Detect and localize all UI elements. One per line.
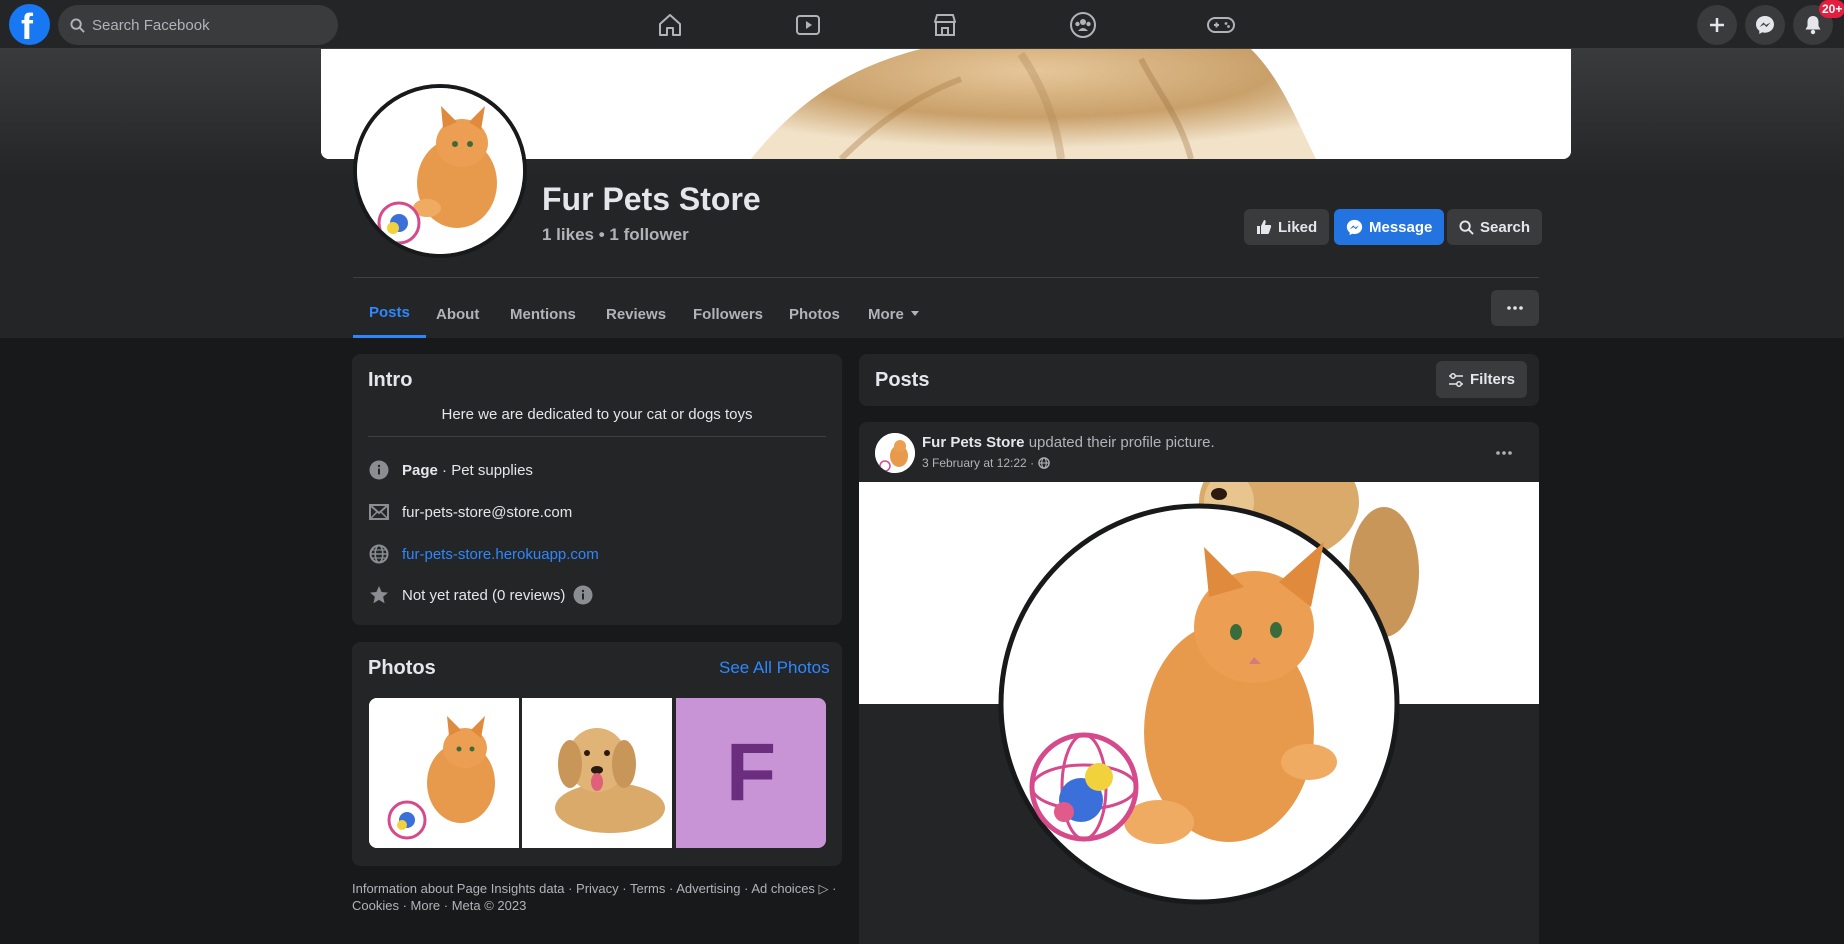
caret-down-icon [910,311,920,317]
nav-gaming-button[interactable] [1176,0,1266,49]
marketplace-icon [931,11,959,39]
intro-website-row: fur-pets-store.herokuapp.com [368,542,599,566]
intro-category-row: Page · Pet supplies [368,458,533,482]
globe-icon [1038,457,1050,469]
tab-followers[interactable]: Followers [693,290,763,338]
post-timestamp[interactable]: 3 February at 12:22 · [922,456,1034,470]
search-icon [1459,219,1474,235]
search-facebook-input[interactable] [92,5,327,45]
intro-website-link[interactable]: fur-pets-store.herokuapp.com [402,546,599,563]
post-author-name[interactable]: Fur Pets Store [922,434,1025,451]
bell-icon [1804,15,1822,35]
watch-icon [794,11,822,39]
plus-icon [1708,16,1726,34]
search-icon [70,18,85,33]
globe-icon [368,543,390,565]
page-title: Fur Pets Store [542,181,761,217]
profile-picture[interactable] [353,84,527,258]
intro-email-row: fur-pets-store@store.com [368,500,572,524]
tab-photos[interactable]: Photos [789,290,840,338]
photo-thumb-dog[interactable] [522,698,672,848]
page-options-button[interactable] [1491,290,1539,326]
groups-icon [1069,11,1097,39]
page-stats[interactable]: 1 likes • 1 follower [542,225,689,245]
top-navbar: f 20+ [0,0,1844,49]
intro-category-value: · Pet supplies [437,461,533,479]
notification-badge: 20+ [1819,0,1844,18]
intro-category-type: Page [402,461,438,479]
tab-mentions[interactable]: Mentions [510,290,576,338]
post-author-avatar[interactable] [875,433,915,473]
home-icon [656,11,684,39]
sliders-icon [1448,372,1464,387]
page-footer-links: Information about Page Insights data · P… [352,880,842,914]
intro-rating: Not yet rated (0 reviews) [402,586,566,604]
messenger-icon [1346,219,1363,236]
photos-title: Photos [368,657,436,679]
photo-thumb-letter-text: F [725,727,777,818]
tab-more[interactable]: More [868,290,920,338]
star-icon [368,584,390,606]
liked-button[interactable]: Liked [1244,209,1330,245]
posts-title: Posts [875,369,930,391]
tab-posts[interactable]: Posts [353,290,426,338]
post-options-button[interactable] [1491,440,1517,466]
post-meta: 3 February at 12:22 · [922,456,1050,470]
message-button[interactable]: Message [1334,209,1445,245]
header-divider [353,277,1539,278]
messenger-icon [1755,15,1775,35]
more-dots-icon [1496,451,1512,455]
liked-button-label: Liked [1278,218,1318,236]
thumbs-up-icon [1256,219,1272,235]
nav-home-button[interactable] [625,0,715,49]
more-dots-icon [1507,306,1523,310]
see-all-photos-link[interactable]: See All Photos [719,658,830,678]
nav-marketplace-button[interactable] [900,0,990,49]
photo-thumb-kitten[interactable] [369,698,519,848]
intro-bio: Here we are dedicated to your cat or dog… [441,406,753,423]
post-headline: Fur Pets Store updated their profile pic… [922,434,1215,451]
intro-rating-row: Not yet rated (0 reviews) [368,583,593,607]
post-action-text: updated their profile picture. [1024,434,1215,451]
page-search-button-label: Search [1480,218,1531,236]
nav-groups-button[interactable] [1038,0,1128,49]
info-icon [368,459,390,481]
facebook-logo[interactable]: f [9,4,50,47]
nav-watch-button[interactable] [763,0,853,49]
footer-line-1[interactable]: Information about Page Insights data · P… [352,880,842,897]
search-facebook-box[interactable] [58,5,338,45]
intro-category-text: Page · Pet supplies [402,462,533,479]
photo-thumb-letter[interactable]: F [676,698,826,848]
facebook-logo-letter: f [21,6,33,47]
page-search-button[interactable]: Search [1447,209,1543,245]
filters-button-label: Filters [1470,371,1516,388]
tab-more-label: More [868,305,904,323]
filters-button[interactable]: Filters [1436,361,1528,398]
rating-info-icon[interactable] [573,585,593,605]
gaming-icon [1206,11,1236,39]
footer-line-2[interactable]: Cookies · More · Meta © 2023 [352,897,842,914]
create-button[interactable] [1697,5,1737,45]
envelope-icon [368,501,390,523]
tab-about[interactable]: About [436,290,479,338]
messenger-button[interactable] [1745,5,1785,45]
message-button-label: Message [1369,218,1433,236]
intro-title: Intro [368,369,413,391]
intro-divider [368,436,826,437]
post-image-profile-update[interactable] [859,482,1539,930]
intro-email[interactable]: fur-pets-store@store.com [402,504,572,521]
tab-reviews[interactable]: Reviews [606,290,666,338]
